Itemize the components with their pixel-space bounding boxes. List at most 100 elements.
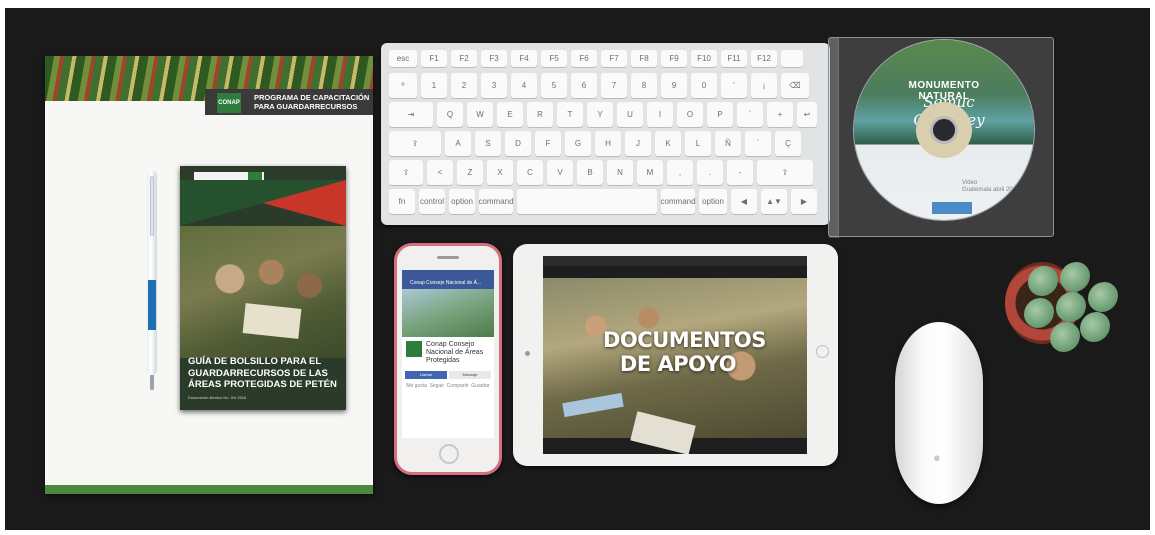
keyboard-key: K [655, 131, 681, 156]
keyboard-key: G [565, 131, 591, 156]
keyboard-key: º [389, 73, 417, 98]
keyboard-key: V [547, 160, 573, 185]
keyboard-key: < [427, 160, 453, 185]
keyboard-key: ´ [745, 131, 771, 156]
keyboard-key: ⇪ [389, 131, 441, 156]
facebook-action-share[interactable]: Compartir [447, 383, 469, 389]
phone-speaker [437, 256, 459, 259]
pen-tip [150, 375, 154, 390]
keyboard-key: F2 [451, 50, 477, 67]
keyboard-key: command [660, 189, 696, 214]
booklet-title: GUÍA DE BOLSILLO PARA EL GUARDARRECURSOS… [188, 356, 342, 391]
keyboard-key: Ç [775, 131, 801, 156]
keyboard-key: H [595, 131, 621, 156]
keyboard-key: 0 [691, 73, 717, 98]
notepad-header-line2: PARA GUARDARRECURSOS [254, 102, 358, 111]
booklet-title-line3: ÁREAS PROTEGIDAS DE PETÉN [188, 379, 337, 390]
facebook-message-button[interactable]: Mensaje [449, 371, 491, 379]
booklet-title-line2: GUARDARRECURSOS DE LAS [188, 367, 328, 379]
facebook-call-button[interactable]: Llamar [405, 371, 447, 379]
cd-video-label: Video Guatemala abril 2017 [962, 180, 1022, 194]
keyboard-key: M [637, 160, 663, 185]
keyboard-key: X [487, 160, 513, 185]
hero-document-white [630, 411, 696, 454]
conap-logo: CONAP [217, 93, 241, 113]
keyboard-key: D [505, 131, 531, 156]
keyboard-key: + [767, 102, 793, 127]
keyboard-key: C [517, 160, 543, 185]
keyboard-key: ¡ [751, 73, 777, 98]
cd-video-line2: Guatemala abril 2017 [962, 187, 1020, 193]
booklet-green-triangle [180, 180, 346, 226]
magic-mouse: ● [895, 322, 983, 504]
keyboard-key: 4 [511, 73, 537, 98]
keyboard-key: ▲▼ [761, 189, 787, 214]
keyboard-key: B [577, 160, 603, 185]
facebook-nav-bar[interactable]: Conap Consejo Nacional de Á... [402, 277, 494, 289]
facebook-action-save[interactable]: Guardar [471, 383, 489, 389]
tablet-screen: DOCUMENTOS DE APOYO [543, 256, 807, 454]
keyboard-key: O [677, 102, 703, 127]
tablet: DOCUMENTOS DE APOYO [513, 244, 838, 466]
keyboard-key: Z [457, 160, 483, 185]
keyboard-key: N [607, 160, 633, 185]
keyboard-key: F1 [421, 50, 447, 67]
hero-document-blue [562, 392, 624, 418]
facebook-cover-photo [402, 289, 494, 337]
notepad-header-line1: PROGRAMA DE CAPACITACIÓN [254, 93, 370, 102]
facebook-action-follow[interactable]: Seguir [430, 383, 444, 389]
cd-video-line1: Video [962, 180, 978, 186]
keyboard-modifier-row: fn control option command command option ◀ ▲▼ ▶ [389, 189, 817, 214]
keyboard-key: option [449, 189, 475, 214]
phone-screen: Conap Consejo Nacional de Á... Conap Con… [402, 270, 494, 438]
keyboard-key: ▶ [791, 189, 817, 214]
facebook-action-like[interactable]: Me gusta [406, 383, 427, 389]
keyboard-key: F7 [601, 50, 627, 67]
keyboard-key: 1 [421, 73, 447, 98]
keyboard-key: W [467, 102, 493, 127]
tablet-camera [525, 351, 530, 356]
keyboard-key: 3 [481, 73, 507, 98]
keyboard-key: F [535, 131, 561, 156]
keyboard-key: R [527, 102, 553, 127]
booklet-map [242, 303, 302, 339]
booklet-title-line1: GUÍA DE BOLSILLO PARA EL [188, 356, 322, 367]
keyboard-key: ◀ [731, 189, 757, 214]
keyboard-key: T [557, 102, 583, 127]
keyboard-key: 7 [601, 73, 627, 98]
keyboard-key: 2 [451, 73, 477, 98]
keyboard-key [781, 50, 803, 67]
facebook-button-row: Llamar Mensaje [402, 371, 494, 379]
tablet-site-navbar [543, 256, 807, 266]
keyboard-bottom-row: ⇧ < Z X C V B N M,. - ⇧ [389, 160, 813, 185]
keyboard-key: Q [437, 102, 463, 127]
keyboard-key: U [617, 102, 643, 127]
keyboard-key: ⇥ [389, 102, 433, 127]
tablet-headline-line1: DOCUMENTOS [603, 328, 766, 352]
pen-clip [150, 176, 154, 236]
keyboard-key: ⇧ [757, 160, 813, 185]
keyboard-key: S [475, 131, 501, 156]
apple-logo-icon: ● [933, 450, 941, 465]
facebook-page-logo [406, 341, 422, 357]
keyboard-key: - [727, 160, 753, 185]
keyboard-key: A [445, 131, 471, 156]
keyboard-fn-row: esc F1 F2 F3 F4 F5 F6 F7 F8 F9 F10 F11 F12 [389, 50, 803, 67]
keyboard: esc F1 F2 F3 F4 F5 F6 F7 F8 F9 F10 F11 F12 º12345678… [381, 43, 830, 225]
keyboard-key: F10 [691, 50, 717, 67]
keyboard-key: J [625, 131, 651, 156]
facebook-action-row: Me gusta Seguir Compartir Guardar [402, 379, 494, 393]
keyboard-key: ` [737, 102, 763, 127]
keyboard-home-row: ⇪ A S D F G H J K L Ñ ´ Ç [389, 131, 801, 156]
pocket-guide-booklet: GUÍA DE BOLSILLO PARA EL GUARDARRECURSOS… [180, 166, 346, 410]
cd-center-hole [930, 116, 958, 144]
tablet-headline: DOCUMENTOS DE APOYO [603, 328, 766, 376]
keyboard-key: . [697, 160, 723, 185]
phone-home-button [439, 444, 459, 464]
keyboard-key: E [497, 102, 523, 127]
keyboard-key: F9 [661, 50, 687, 67]
keyboard-key [517, 189, 657, 214]
keyboard-key: I [647, 102, 673, 127]
keyboard-key: control [419, 189, 445, 214]
keyboard-key: F12 [751, 50, 777, 67]
